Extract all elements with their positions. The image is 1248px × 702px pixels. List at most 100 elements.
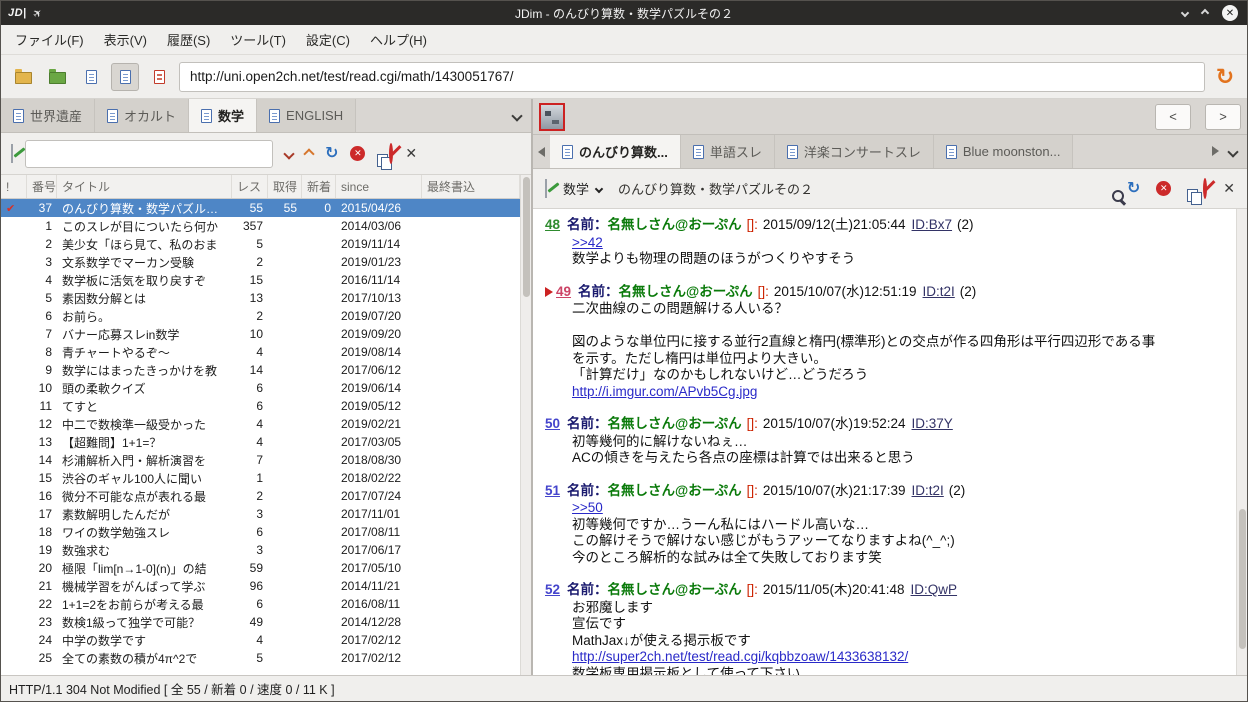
row-number: 5 xyxy=(45,291,52,305)
thread-list-row[interactable]: 7 バナー応募スレin数学 10 2019/09/20 xyxy=(1,325,520,343)
col-header-since[interactable]: since xyxy=(336,175,422,198)
col-header-title[interactable]: タイトル xyxy=(57,175,232,198)
thread-list-row[interactable]: 10 頭の柔軟クイズ 6 2019/06/14 xyxy=(1,379,520,397)
tab-scroll-left-button[interactable] xyxy=(533,135,550,168)
post-number-link[interactable]: 50 xyxy=(545,416,560,431)
post-number-link[interactable]: 48 xyxy=(545,217,560,232)
thread-list-row[interactable]: 20 極限「lim[n→1-0](n)」の結 59 2017/05/10 xyxy=(1,559,520,577)
menu-item[interactable]: ヘルプ(H) xyxy=(360,25,437,54)
stop-load-button[interactable]: ✕ xyxy=(350,146,366,161)
next-view-button[interactable]: > xyxy=(1205,103,1241,130)
tab-scroll-right-button[interactable] xyxy=(1212,143,1219,161)
search-down-button[interactable] xyxy=(283,145,295,163)
post-author-name: 名無しさん@おーぷん xyxy=(607,482,742,498)
abone-thread-button[interactable] xyxy=(1203,177,1208,199)
write-post-button[interactable] xyxy=(545,178,547,198)
thread-list-row[interactable]: 1 このスレが目についたら何か 357 2014/03/06 xyxy=(1,217,520,235)
board-tab-menu-button[interactable] xyxy=(511,107,523,125)
board-scrollbar-thumb[interactable] xyxy=(522,177,530,297)
thread-list-row[interactable]: 25 全ての素数の積が4π^2で 5 2017/02/12 xyxy=(1,649,520,667)
col-header-mark[interactable]: ! xyxy=(1,175,27,198)
thread-list-row[interactable]: 18 ワイの数学勉強スレ 6 2017/08/11 xyxy=(1,523,520,541)
board-tab-active[interactable]: 数学 xyxy=(189,99,258,132)
reload-thread-button[interactable]: ↻ xyxy=(1127,180,1140,198)
thread-list-row[interactable]: 13 【超難問】1+1=？ 4 2017/03/05 xyxy=(1,433,520,451)
post-number-link[interactable]: 49 xyxy=(556,284,571,299)
board-view-button[interactable] xyxy=(77,63,105,91)
menu-item[interactable]: ファイル(F) xyxy=(5,25,94,54)
thread-tab-active[interactable]: のんびり算数... xyxy=(550,135,681,168)
row-res-count: 2 xyxy=(256,309,263,323)
board-select-dropdown[interactable]: 数学 xyxy=(559,175,606,202)
thread-list-row[interactable]: 9 数学にはまったきっかけを教 14 2017/06/12 xyxy=(1,361,520,379)
menu-item[interactable]: 設定(C) xyxy=(296,25,360,54)
thread-list-row[interactable]: 21 機械学習をがんばって学ぶ 96 2014/11/21 xyxy=(1,577,520,595)
thread-list-row[interactable]: 17 素数解明したんだが 3 2017/11/01 xyxy=(1,505,520,523)
thread-tab[interactable]: 単語スレ xyxy=(680,135,775,168)
board-tabs-container: 世界遺産 オカルト 数学 ENGLISH xyxy=(1,99,357,132)
image-tab-icon[interactable] xyxy=(539,102,565,131)
thread-list-row[interactable]: 8 青チャートやるぞ〜 4 2019/08/14 xyxy=(1,343,520,361)
col-header-lastwrite[interactable]: 最終書込 xyxy=(422,175,520,198)
reload-url-button[interactable]: ↻ xyxy=(1211,63,1239,91)
post-number-link[interactable]: 52 xyxy=(545,582,560,597)
prev-view-button[interactable]: < xyxy=(1155,103,1191,130)
url-input[interactable] xyxy=(179,61,1205,92)
close-thread-button[interactable]: ✕ xyxy=(1223,180,1235,198)
close-board-button[interactable]: ✕ xyxy=(405,145,417,163)
thread-list-row[interactable]: 24 中学の数学です 4 2017/02/12 xyxy=(1,631,520,649)
minimize-button[interactable] xyxy=(1180,8,1190,18)
row-res-count: 1 xyxy=(256,471,263,485)
col-header-res[interactable]: レス xyxy=(232,175,268,198)
thread-tab[interactable]: 洋楽コンサートスレ xyxy=(774,135,934,168)
thread-list-row[interactable]: 6 お前ら。 2 2019/07/20 xyxy=(1,307,520,325)
row-res-count: 15 xyxy=(249,273,263,287)
close-window-button[interactable]: ✕ xyxy=(1222,5,1238,21)
board-tab[interactable]: ENGLISH xyxy=(257,99,357,132)
col-header-new[interactable]: 新着 xyxy=(302,175,336,198)
image-view-button[interactable] xyxy=(145,63,173,91)
search-up-button[interactable] xyxy=(303,145,315,163)
menu-item[interactable]: ツール(T) xyxy=(220,25,296,54)
thread-tab-menu-button[interactable] xyxy=(1227,143,1239,161)
bbs-list-button[interactable] xyxy=(9,63,37,91)
thread-list-row[interactable]: 5 素因数分解とは 13 2017/10/13 xyxy=(1,289,520,307)
abone-button[interactable] xyxy=(389,142,394,164)
thread-view-button[interactable] xyxy=(111,62,139,91)
thread-list-row[interactable]: 16 微分不可能な点が表れる最 2 2017/07/24 xyxy=(1,487,520,505)
post-link[interactable]: >>42 xyxy=(572,235,1224,252)
new-thread-button[interactable] xyxy=(11,143,13,163)
row-since-date: 2016/08/11 xyxy=(341,597,401,611)
thread-scrollbar[interactable] xyxy=(1236,209,1247,675)
thread-list-row[interactable]: 3 文系数学でマーカン受験 2 2019/01/23 xyxy=(1,253,520,271)
row-since-date: 2019/11/14 xyxy=(341,237,401,251)
thread-search-input[interactable] xyxy=(25,139,273,168)
col-header-got[interactable]: 取得 xyxy=(268,175,302,198)
thread-list-row[interactable]: 2 美少女「ほら見て、私のおま 5 2019/11/14 xyxy=(1,235,520,253)
post-link[interactable]: http://super2ch.net/test/read.cgi/kqbbzo… xyxy=(572,649,1224,666)
thread-list-row[interactable]: 11 てすと 6 2019/05/12 xyxy=(1,397,520,415)
favorites-button[interactable] xyxy=(43,63,71,91)
post-link[interactable]: http://i.imgur.com/APvb5Cg.jpg xyxy=(572,384,1224,401)
col-header-number[interactable]: 番号 xyxy=(27,175,57,198)
board-tab[interactable]: オカルト xyxy=(95,99,190,132)
thread-list-row[interactable]: 4 数学板に活気を取り戻すぞ 15 2016/11/14 xyxy=(1,271,520,289)
thread-list-row[interactable]: 22 1+1=2をお前らが考える最 6 2016/08/11 xyxy=(1,595,520,613)
stop-thread-button[interactable]: ✕ xyxy=(1156,181,1172,196)
thread-scrollbar-thumb[interactable] xyxy=(1238,509,1246,649)
reload-board-button[interactable]: ↻ xyxy=(325,145,338,163)
thread-list-row[interactable]: 14 杉浦解析入門・解析演習を 7 2018/08/30 xyxy=(1,451,520,469)
post-link[interactable]: >>50 xyxy=(572,500,1224,517)
thread-list-row[interactable]: 19 数強求む 3 2017/06/17 xyxy=(1,541,520,559)
menu-item[interactable]: 表示(V) xyxy=(94,25,157,54)
board-scrollbar[interactable] xyxy=(520,175,531,675)
maximize-button[interactable] xyxy=(1200,8,1210,18)
board-tab[interactable]: 世界遺産 xyxy=(1,99,96,132)
thread-tab[interactable]: Blue moonston... xyxy=(933,135,1074,168)
menu-item[interactable]: 履歴(S) xyxy=(157,25,220,54)
thread-list-row[interactable]: 23 数検1級って独学で可能？ 49 2014/12/28 xyxy=(1,613,520,631)
post-number-link[interactable]: 51 xyxy=(545,483,560,498)
thread-list-row[interactable]: ✔ 37 のんびり算数・数学パズルその 55 55 0 2015/04/26 xyxy=(1,199,520,217)
thread-list-row[interactable]: 15 渋谷のギャル100人に聞い 1 2018/02/22 xyxy=(1,469,520,487)
thread-list-row[interactable]: 12 中二で数検準一級受かった 4 2019/02/21 xyxy=(1,415,520,433)
